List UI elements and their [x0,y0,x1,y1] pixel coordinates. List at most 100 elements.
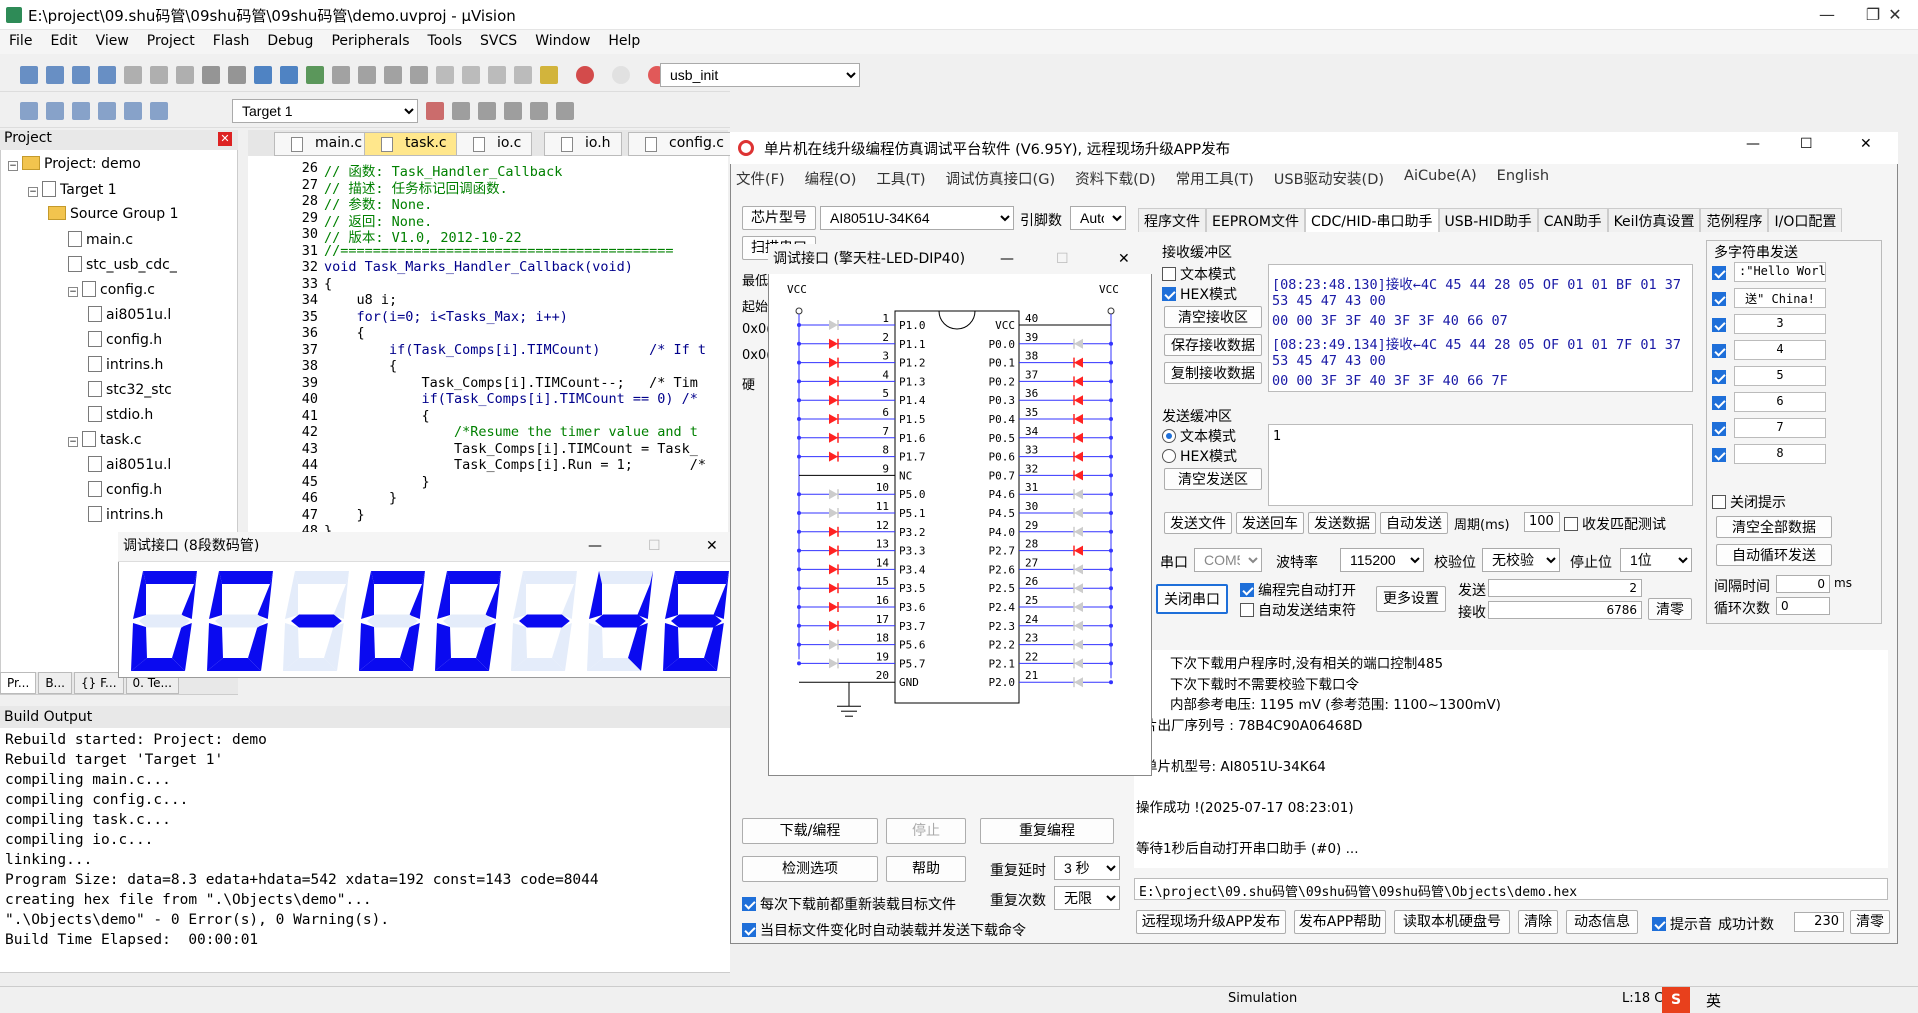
seg7-maximize-button[interactable]: ☐ [648,532,661,560]
project-tree-item[interactable]: stc_usb_cdc_ [68,256,177,273]
multi-string-button[interactable]: 6 [1734,392,1826,412]
interval-input[interactable]: 0 [1776,575,1830,593]
stc-menu-item[interactable]: AiCube(A) [1404,168,1477,190]
close-port-button[interactable]: 关闭串口 [1156,584,1228,614]
app-help-button[interactable]: 发布APP帮助 [1294,910,1386,934]
stc-menu-item[interactable]: USB驱动安装(D) [1274,168,1384,190]
project-tree-item[interactable]: stc32_stc [88,381,172,398]
multi-string-row[interactable]: 5 [1712,366,1882,388]
clear-count-button[interactable]: 清零 [1648,598,1692,620]
target-select[interactable]: Target 1 [232,99,418,123]
stc-menu-item[interactable]: 编程(O) [805,168,857,190]
multi-string-button[interactable]: 8 [1734,444,1826,464]
project-tree-item[interactable]: ai8051u.l [88,456,171,473]
toolbar-icon[interactable] [72,66,90,84]
toolbar-icon[interactable] [98,66,116,84]
rx-buffer[interactable]: [08:23:48.130]接收←4C 45 44 28 05 OF 01 01… [1268,264,1693,392]
menu-item[interactable]: View [87,30,138,52]
toolbar-icon[interactable] [358,66,376,84]
menu-item[interactable]: Project [138,30,204,52]
build-toolbar-icon[interactable] [452,102,470,120]
build-toolbar-icon[interactable] [20,102,38,120]
baud-select[interactable]: 115200 [1340,548,1424,572]
tree-expand-icon[interactable]: − [28,187,38,197]
close-button[interactable]: ✕ [1872,0,1918,30]
rx-text-mode[interactable]: 文本模式 [1162,264,1236,284]
build-toolbar-icon[interactable] [530,102,548,120]
chip-minimize-button[interactable]: — [1000,244,1014,274]
rx-save-button[interactable]: 保存接收数据 [1164,334,1262,356]
ime-language[interactable]: 英 [1706,990,1721,1011]
stc-minimize-button[interactable]: — [1746,136,1760,152]
multi-string-row[interactable]: 7 [1712,418,1882,440]
remote-app-button[interactable]: 远程现场升级APP发布 [1136,910,1286,934]
more-settings-button[interactable]: 更多设置 [1376,586,1446,612]
help-button[interactable]: 帮助 [886,856,966,882]
stc-tab[interactable]: CDC/HID-串口助手 [1304,208,1439,232]
multi-string-row[interactable]: :"Hello Worl [1712,262,1882,284]
toolbar-icon[interactable] [228,66,246,84]
auto-end-check[interactable]: 自动发送结束符 [1240,600,1356,620]
toolbar-icon[interactable] [20,66,38,84]
toolbar-icon[interactable] [488,66,506,84]
code-editor[interactable]: 26// 函数: Task_Handler_Callback 27// 描述: 任… [248,156,728,536]
period-input[interactable]: 100 [1524,512,1560,532]
clear-success-button[interactable]: 清零 [1850,910,1890,934]
stc-close-button[interactable]: ✕ [1860,136,1872,152]
menu-item[interactable]: Debug [258,30,322,52]
project-bottom-tab[interactable]: B... [38,672,72,694]
pins-select[interactable]: Auto [1070,206,1126,230]
toolbar-icon[interactable] [176,66,194,84]
project-tree-item[interactable]: − Target 1 [28,181,117,198]
stc-tab[interactable]: USB-HID助手 [1438,208,1538,232]
repeat-delay-select[interactable]: 3 秒 [1054,856,1120,880]
reload-each-check[interactable]: 每次下载前都重新装载目标文件 [742,894,956,914]
multi-string-row[interactable]: 3 [1712,314,1882,336]
ime-logo-icon[interactable]: S [1662,987,1690,1013]
project-tree-item[interactable]: − Project: demo [8,156,141,172]
menu-item[interactable]: Peripherals [322,30,418,52]
download-button[interactable]: 下载/编程 [742,818,878,844]
clear-log-button[interactable]: 清除 [1518,910,1558,934]
project-tree-item[interactable]: Source Group 1 [48,206,179,222]
stc-tab[interactable]: EEPROM文件 [1206,208,1305,232]
toolbar-icon[interactable] [514,66,532,84]
multi-string-check[interactable] [1712,292,1726,306]
multi-string-button[interactable]: 4 [1734,340,1826,360]
stc-tab[interactable]: I/O口配置 [1768,208,1843,232]
project-tree-item[interactable]: main.c [68,231,133,248]
match-test-check[interactable]: 收发匹配测试 [1564,514,1666,534]
stc-maximize-button[interactable]: ☐ [1800,136,1813,152]
project-tree-item[interactable]: − config.c [68,281,155,298]
chip-model-select[interactable]: AI8051U-34K64 [820,206,1014,230]
toolbar-icon[interactable] [384,66,402,84]
minimize-button[interactable]: — [1804,0,1850,30]
build-toolbar-icon[interactable] [72,102,90,120]
editor-tab[interactable]: io.h [544,132,622,156]
menu-item[interactable]: SVCS [471,30,526,52]
pane-close-icon[interactable]: ✕ [218,132,232,146]
multi-string-check[interactable] [1712,266,1726,280]
tree-expand-icon[interactable]: − [68,287,78,297]
multi-string-check[interactable] [1712,344,1726,358]
multi-string-button[interactable]: 3 [1734,314,1826,334]
menu-item[interactable]: Edit [41,30,86,52]
port-select[interactable]: COM5 [1194,548,1262,572]
send-cr-button[interactable]: 发送回车 [1236,512,1304,534]
build-toolbar-icon[interactable] [504,102,522,120]
toolbar-icon[interactable] [150,66,168,84]
toolbar-icon[interactable] [306,66,324,84]
multi-string-check[interactable] [1712,370,1726,384]
build-toolbar-icon[interactable] [426,102,444,120]
toolbar-icon[interactable] [254,66,272,84]
multi-string-row[interactable]: 6 [1712,392,1882,414]
repeat-count-select[interactable]: 无限 [1054,886,1120,910]
send-file-button[interactable]: 发送文件 [1164,512,1232,534]
project-tree-item[interactable]: config.h [88,331,162,348]
stc-menu-item[interactable]: 文件(F) [736,168,785,190]
tree-expand-icon[interactable]: − [68,437,78,447]
project-bottom-tab[interactable]: Pr... [0,672,37,694]
reprogram-button[interactable]: 重复编程 [980,818,1114,844]
auto-load-check[interactable]: 当目标文件变化时自动装载并发送下载命令 [742,920,1026,940]
tx-hex-mode[interactable]: HEX模式 [1162,446,1237,466]
